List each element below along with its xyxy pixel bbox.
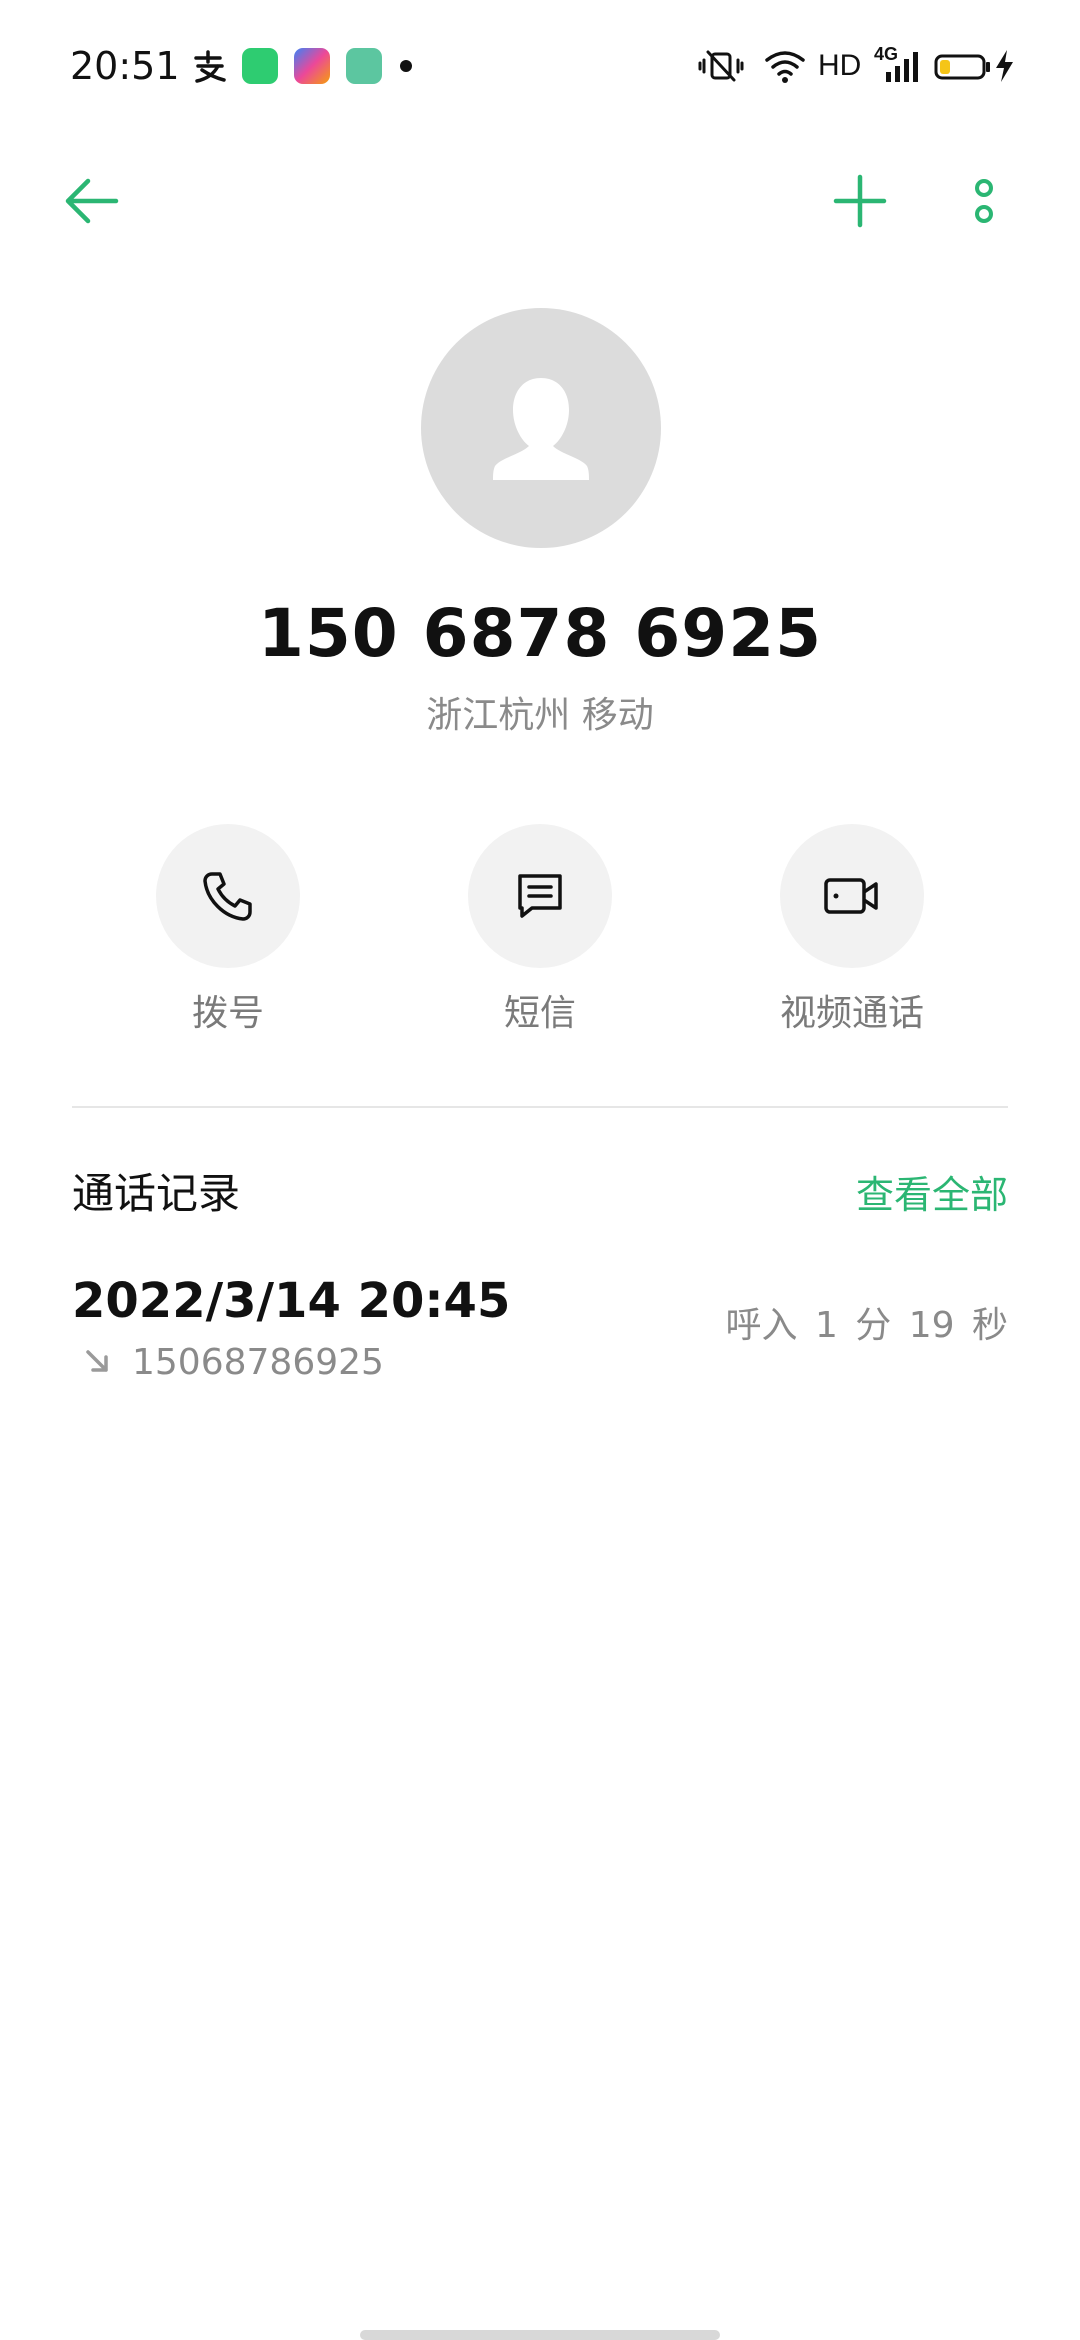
phone-icon (203, 872, 252, 921)
incoming-arrow-icon (86, 1350, 108, 1372)
battery-icon (934, 54, 990, 80)
status-time: 20:51 (70, 44, 180, 88)
alipay-icon (194, 50, 226, 83)
arrow-left-icon (65, 178, 119, 224)
section-divider (72, 1106, 1008, 1108)
avatar (421, 308, 661, 548)
video-call-label: 视频通话 (779, 993, 924, 1034)
message-button[interactable] (468, 824, 612, 968)
message-action[interactable]: 短信 (420, 824, 660, 1038)
home-indicator[interactable] (360, 2330, 720, 2340)
cellular-signal-icon (886, 52, 918, 82)
call-log-title: 通话记录 (72, 1169, 241, 1218)
plus-icon (833, 174, 887, 228)
wifi-icon (765, 51, 805, 83)
more-vertical-icon (975, 179, 993, 223)
status-bar: 20:51 HD 4G (0, 0, 1080, 130)
notification-dot-icon (400, 60, 412, 72)
video-call-button[interactable] (780, 824, 924, 968)
dial-button[interactable] (156, 824, 300, 968)
hd-label: HD (818, 49, 862, 82)
back-button[interactable] (52, 161, 132, 241)
message-label: 短信 (503, 993, 576, 1034)
more-options-button[interactable] (944, 161, 1024, 241)
charging-icon (996, 50, 1013, 82)
vibrate-icon (698, 50, 744, 82)
person-icon (493, 378, 589, 480)
video-call-action[interactable]: 视频通话 (732, 824, 972, 1038)
view-all-link[interactable]: 查看全部 (856, 1168, 1008, 1222)
dial-label: 拨号 (191, 993, 264, 1034)
video-call-icon (824, 878, 878, 914)
record-meta: 呼入 1 分 19 秒 (725, 1302, 1008, 1350)
message-icon (518, 874, 562, 918)
contact-location: 浙江杭州 移动 (426, 695, 654, 736)
record-datetime: 2022/3/14 20:45 (72, 1273, 511, 1329)
app-teal-icon (346, 48, 382, 84)
record-duration: 1 分 19 秒 (814, 1305, 1008, 1346)
contact-number: 150 6878 6925 (257, 595, 823, 672)
app-gradient-icon (294, 48, 330, 84)
dial-action[interactable]: 拨号 (108, 824, 348, 1038)
app-green-icon (242, 48, 278, 84)
record-number: 15068786925 (132, 1342, 384, 1383)
record-type: 呼入 (725, 1305, 798, 1346)
add-contact-button[interactable] (820, 161, 900, 241)
